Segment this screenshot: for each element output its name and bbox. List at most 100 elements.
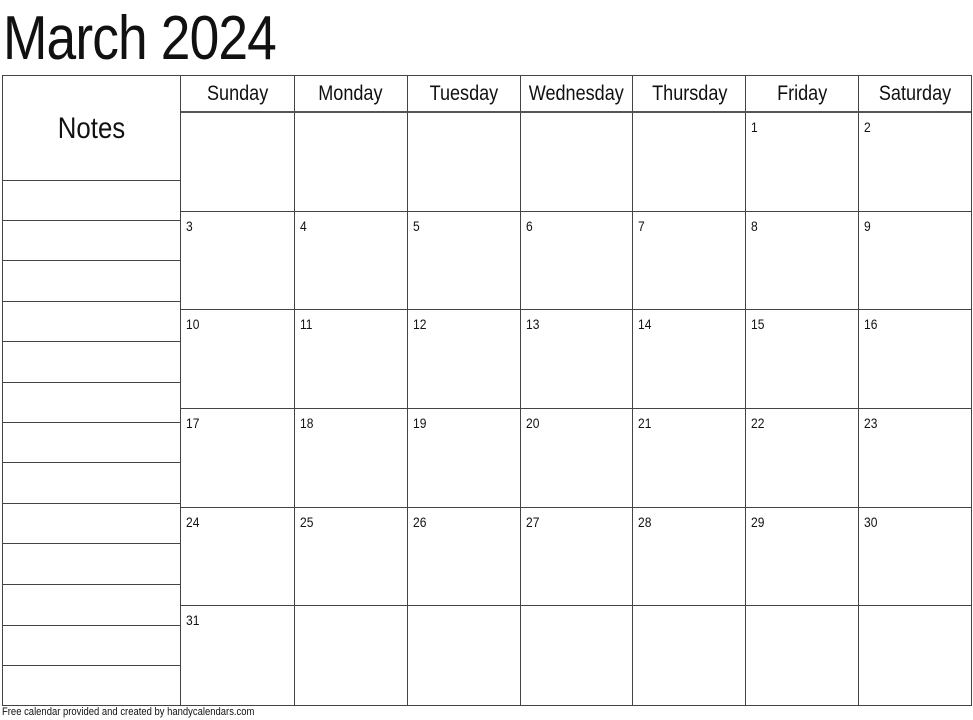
weekday-header: Tuesday bbox=[406, 76, 520, 113]
note-line[interactable] bbox=[3, 260, 180, 261]
note-line[interactable] bbox=[3, 503, 180, 504]
note-line[interactable] bbox=[3, 665, 180, 666]
day-cell[interactable]: 6 bbox=[519, 211, 633, 311]
day-number: 30 bbox=[864, 513, 878, 530]
note-line[interactable] bbox=[3, 625, 180, 626]
day-cell[interactable] bbox=[406, 606, 520, 705]
day-number: 3 bbox=[186, 217, 193, 234]
day-cell[interactable]: 5 bbox=[406, 211, 520, 311]
day-cell[interactable]: 28 bbox=[632, 507, 746, 607]
day-cell[interactable] bbox=[406, 113, 520, 212]
day-cell[interactable]: 17 bbox=[181, 409, 294, 508]
day-number: 21 bbox=[638, 414, 652, 431]
day-cell[interactable]: 9 bbox=[858, 211, 971, 311]
day-number: 15 bbox=[751, 316, 765, 333]
day-cell[interactable] bbox=[293, 113, 407, 212]
day-number: 25 bbox=[299, 513, 314, 530]
day-cell[interactable] bbox=[858, 606, 971, 705]
day-cell[interactable]: 19 bbox=[406, 408, 520, 508]
day-cell[interactable]: 29 bbox=[745, 507, 859, 607]
calendar-grid: Sunday Monday Tuesday Wednesday Thursday Frid… bbox=[180, 75, 972, 706]
note-line[interactable] bbox=[3, 543, 180, 544]
weekday-header: Monday bbox=[293, 76, 407, 113]
day-number: 4 bbox=[299, 217, 307, 234]
day-number: 1 bbox=[751, 119, 758, 135]
day-number: 16 bbox=[864, 316, 878, 333]
weekday-label: Sunday bbox=[206, 81, 269, 105]
weekday-header: Sunday bbox=[181, 76, 294, 113]
day-number: 5 bbox=[412, 217, 420, 234]
weekday-header: Friday bbox=[745, 76, 859, 113]
day-cell[interactable]: 20 bbox=[519, 408, 633, 508]
day-cell[interactable]: 26 bbox=[406, 507, 520, 607]
notes-title: Notes bbox=[57, 112, 126, 145]
weekday-label: Tuesday bbox=[429, 81, 498, 105]
day-number: 20 bbox=[525, 414, 539, 431]
note-line[interactable] bbox=[3, 341, 180, 342]
day-cell[interactable] bbox=[745, 606, 858, 705]
day-cell[interactable]: 27 bbox=[519, 507, 633, 607]
day-cell[interactable]: 2 bbox=[858, 113, 971, 212]
day-cell[interactable] bbox=[519, 113, 633, 212]
day-number: 29 bbox=[751, 513, 765, 530]
day-cell[interactable]: 15 bbox=[745, 310, 859, 409]
day-number: 18 bbox=[299, 414, 314, 431]
day-cell[interactable]: 7 bbox=[632, 211, 746, 311]
weekday-label: Friday bbox=[777, 81, 828, 105]
day-cell[interactable]: 21 bbox=[632, 408, 746, 508]
day-cell[interactable] bbox=[293, 606, 407, 705]
day-number: 11 bbox=[299, 316, 313, 333]
weekday-label: Thursday bbox=[651, 81, 727, 105]
day-number: 14 bbox=[638, 316, 652, 333]
day-cell[interactable]: 8 bbox=[745, 211, 859, 311]
day-cell[interactable] bbox=[181, 113, 294, 212]
day-cell[interactable]: 11 bbox=[293, 310, 407, 409]
note-line[interactable] bbox=[3, 301, 180, 302]
day-number: 9 bbox=[864, 217, 871, 234]
day-cell[interactable]: 1 bbox=[745, 113, 859, 212]
weekday-header: Wednesday bbox=[519, 76, 633, 113]
day-number: 23 bbox=[864, 414, 878, 431]
day-number: 17 bbox=[186, 414, 200, 431]
weekday-label: Saturday bbox=[878, 81, 952, 105]
day-cell[interactable]: 30 bbox=[858, 507, 971, 607]
note-line[interactable] bbox=[3, 180, 180, 181]
day-cell[interactable]: 14 bbox=[632, 310, 746, 409]
day-cell[interactable]: 16 bbox=[858, 310, 971, 409]
notes-panel: Notes bbox=[2, 75, 180, 706]
day-number: 7 bbox=[638, 217, 646, 234]
day-cell[interactable]: 3 bbox=[181, 212, 294, 311]
day-cell[interactable] bbox=[519, 606, 633, 705]
day-number: 6 bbox=[525, 217, 533, 234]
note-line[interactable] bbox=[3, 584, 180, 585]
day-cell[interactable]: 24 bbox=[181, 508, 294, 607]
day-number: 31 bbox=[186, 612, 200, 629]
day-cell[interactable] bbox=[632, 113, 746, 212]
day-cell[interactable]: 12 bbox=[406, 310, 520, 409]
day-number: 22 bbox=[751, 414, 765, 431]
day-number: 2 bbox=[864, 119, 871, 135]
day-cell[interactable]: 10 bbox=[181, 310, 294, 409]
day-cell[interactable]: 22 bbox=[745, 408, 859, 508]
day-cell[interactable]: 18 bbox=[293, 408, 407, 508]
day-cell[interactable]: 31 bbox=[181, 606, 294, 705]
note-line[interactable] bbox=[3, 382, 180, 383]
day-cell[interactable]: 23 bbox=[858, 408, 971, 508]
day-cell[interactable]: 4 bbox=[293, 211, 407, 311]
weekday-header: Thursday bbox=[632, 76, 746, 113]
day-number: 27 bbox=[525, 513, 539, 530]
day-cell[interactable] bbox=[632, 606, 745, 705]
day-number: 26 bbox=[412, 513, 427, 530]
page-title: March 2024 bbox=[3, 4, 277, 73]
note-line[interactable] bbox=[3, 422, 180, 423]
day-number: 13 bbox=[525, 316, 539, 333]
day-number: 28 bbox=[638, 513, 652, 530]
note-line[interactable] bbox=[3, 220, 180, 221]
note-line[interactable] bbox=[3, 462, 180, 463]
day-number: 12 bbox=[412, 316, 427, 333]
day-cell[interactable]: 13 bbox=[519, 310, 633, 409]
day-number: 24 bbox=[186, 513, 200, 530]
day-number: 10 bbox=[186, 316, 200, 333]
day-cell[interactable]: 25 bbox=[293, 507, 407, 607]
weekday-label: Wednesday bbox=[528, 81, 625, 105]
